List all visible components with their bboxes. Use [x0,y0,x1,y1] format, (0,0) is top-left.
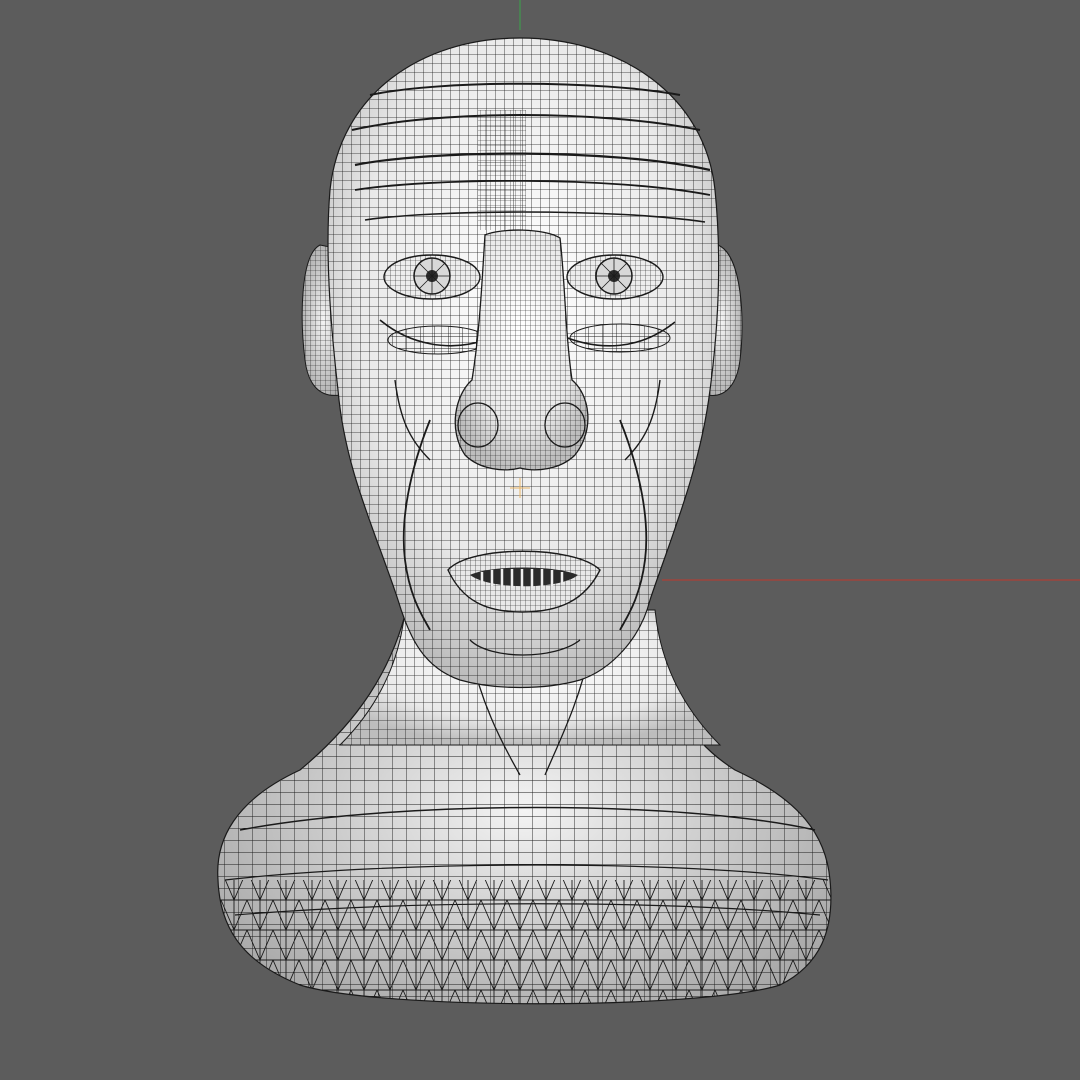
left-eye[interactable] [383,254,481,300]
viewport-canvas[interactable] [0,0,1080,1080]
3d-viewport[interactable] [0,0,1080,1080]
right-eye[interactable] [566,254,664,300]
